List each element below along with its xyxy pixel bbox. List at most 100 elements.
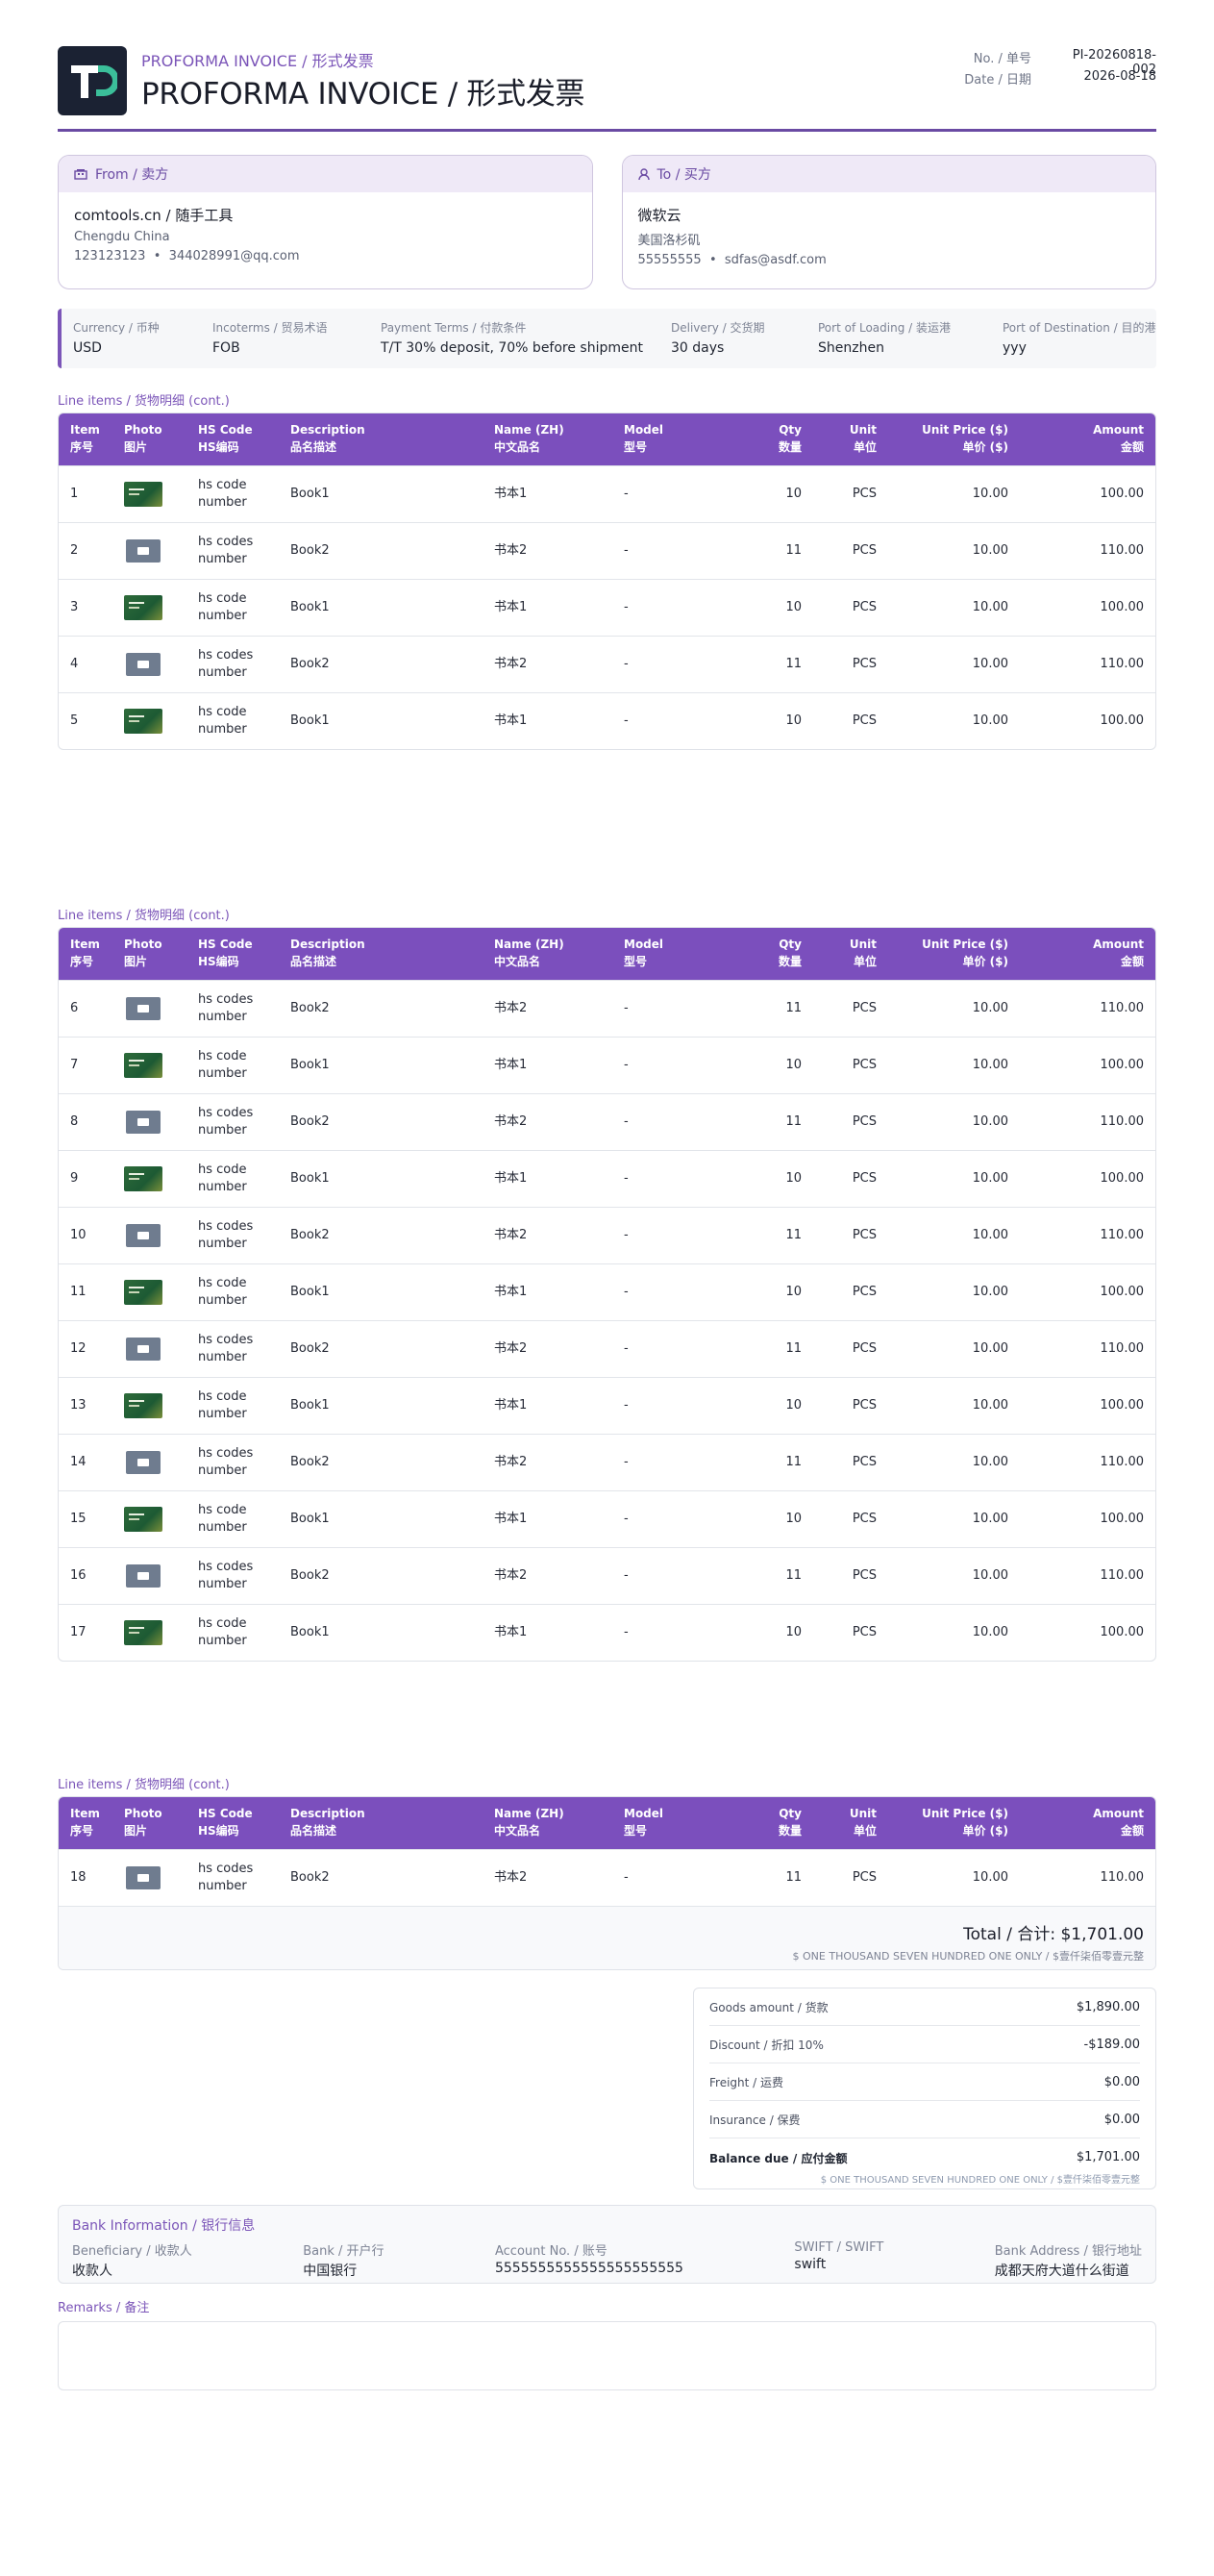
hs-code: hs code number <box>198 591 247 623</box>
hs-code: hs code number <box>198 1163 247 1194</box>
grey-image-thumbnail-icon <box>126 1451 161 1474</box>
quantity: 10 <box>785 1058 802 1072</box>
buyer-heading: To / 买方 <box>657 167 711 183</box>
photo-cell <box>112 997 186 1020</box>
chinese-name: 书本1 <box>494 1058 528 1072</box>
column-header: Name (ZH) 中文品名 <box>494 938 564 968</box>
unit: PCS <box>852 600 877 614</box>
description: Book1 <box>290 1171 330 1186</box>
photo-cell <box>112 1338 186 1361</box>
balance-due-words: $ ONE THOUSAND SEVEN HUNDRED ONE ONLY / … <box>820 2175 1140 2186</box>
item-number: 14 <box>70 1455 87 1469</box>
unit-price: 10.00 <box>972 1114 1008 1129</box>
green-book-thumbnail-icon <box>124 709 162 734</box>
chinese-name: 书本2 <box>494 657 528 671</box>
total-amount-words: $ ONE THOUSAND SEVEN HUNDRED ONE ONLY / … <box>792 1950 1144 1963</box>
td-logo-icon <box>71 65 117 98</box>
unit-price: 10.00 <box>972 543 1008 558</box>
amount: 110.00 <box>1100 1341 1145 1356</box>
column-header: HS Code HS编码 <box>198 423 253 454</box>
grey-image-thumbnail-icon <box>126 1111 161 1134</box>
chinese-name: 书本1 <box>494 1171 528 1186</box>
unit-price: 10.00 <box>972 1228 1008 1242</box>
column-header: Amount 金额 <box>1093 938 1144 968</box>
column-header: Unit Price ($) 单价 ($) <box>922 1807 1008 1838</box>
chinese-name: 书本2 <box>494 1870 528 1885</box>
column-header: Model 型号 <box>624 938 664 968</box>
amount: 110.00 <box>1100 1001 1145 1015</box>
unit-price: 10.00 <box>972 487 1008 501</box>
document-title: PROFORMA INVOICE / 形式发票 <box>141 77 585 112</box>
item-number: 8 <box>70 1114 79 1129</box>
table-row: 18 hs codes number Book2 书本2 - 11 PCS 10.00 110.0… <box>59 1849 1155 1906</box>
item-number: 2 <box>70 543 79 558</box>
term-currency: Currency / 币种 USD <box>73 321 160 356</box>
quantity: 11 <box>785 1870 802 1885</box>
amount: 110.00 <box>1100 1870 1145 1885</box>
model: - <box>624 487 629 501</box>
amount: 100.00 <box>1100 1285 1145 1299</box>
description: Book1 <box>290 1398 330 1413</box>
column-header: Photo 图片 <box>124 938 162 968</box>
dot-separator: • <box>705 253 725 267</box>
hs-code: hs codes number <box>198 535 254 566</box>
amount: 110.00 <box>1100 1455 1145 1469</box>
seller-email: 344028991@qq.com <box>168 249 300 263</box>
model: - <box>624 657 629 671</box>
amount: 100.00 <box>1100 713 1145 728</box>
column-header: Unit 单位 <box>849 1807 877 1838</box>
column-header: Model 型号 <box>624 423 664 454</box>
model: - <box>624 713 629 728</box>
quantity: 10 <box>785 1285 802 1299</box>
unit-price: 10.00 <box>972 1398 1008 1413</box>
term-payment: Payment Terms / 付款条件 T/T 30% deposit, 70… <box>381 321 643 356</box>
column-header: Qty 数量 <box>778 938 802 968</box>
photo-cell <box>112 1280 186 1305</box>
seller-contact: 123123123 • 344028991@qq.com <box>74 249 577 263</box>
chinese-name: 书本1 <box>494 487 528 501</box>
unit-price: 10.00 <box>972 1625 1008 1639</box>
line-items-label: Line items / 货物明细 (cont.) <box>58 1778 230 1792</box>
green-book-thumbnail-icon <box>124 1053 162 1078</box>
column-header: Description 品名描述 <box>290 1807 365 1838</box>
table-row: 7 hs code number Book1 书本1 - 10 PCS 10.00 100.00 <box>59 1037 1155 1093</box>
dot-separator: • <box>149 249 169 263</box>
hs-code: hs codes number <box>198 648 254 680</box>
item-number: 15 <box>70 1512 87 1526</box>
unit: PCS <box>852 1870 877 1885</box>
invoice-page: PROFORMA INVOICE / 形式发票 PROFORMA INVOICE… <box>0 0 1214 2576</box>
table-row: 1 hs code number Book1 书本1 - 10 PCS 10.00 100.00 <box>59 465 1155 522</box>
model: - <box>624 1001 629 1015</box>
buyer-contact: 55555555 • sdfas@asdf.com <box>638 253 1141 267</box>
chinese-name: 书本2 <box>494 543 528 558</box>
quantity: 11 <box>785 1001 802 1015</box>
model: - <box>624 1228 629 1242</box>
quantity: 11 <box>785 1341 802 1356</box>
unit: PCS <box>852 487 877 501</box>
buyer-phone: 55555555 <box>637 253 702 267</box>
green-book-thumbnail-icon <box>124 1620 162 1645</box>
description: Book1 <box>290 713 330 728</box>
quantity: 10 <box>785 1171 802 1186</box>
item-number: 4 <box>70 657 79 671</box>
unit: PCS <box>852 1285 877 1299</box>
photo-cell <box>112 1053 186 1078</box>
unit-price: 10.00 <box>972 1001 1008 1015</box>
table-row: 12 hs codes number Book2 书本2 - 11 PCS 10.00 110.0… <box>59 1320 1155 1377</box>
seller-card: From / 卖方 comtools.cn / 随手工具 Chengdu Chi… <box>58 155 593 289</box>
item-number: 7 <box>70 1058 79 1072</box>
hs-code: hs codes number <box>198 1560 254 1591</box>
description: Book2 <box>290 1568 330 1583</box>
column-header: Unit 单位 <box>849 938 877 968</box>
grey-image-thumbnail-icon <box>126 1224 161 1247</box>
column-header: Photo 图片 <box>124 1807 162 1838</box>
summary-row: Insurance / 保费 $0.00 <box>709 2101 1140 2138</box>
quantity: 11 <box>785 1568 802 1583</box>
amount: 110.00 <box>1100 1114 1145 1129</box>
unit-price: 10.00 <box>972 1171 1008 1186</box>
description: Book2 <box>290 1114 330 1129</box>
green-book-thumbnail-icon <box>124 482 162 507</box>
table-row: 17 hs code number Book1 书本1 - 10 PCS 10.00 100.00 <box>59 1604 1155 1661</box>
green-book-thumbnail-icon <box>124 1166 162 1191</box>
document-subtitle: PROFORMA INVOICE / 形式发票 <box>141 52 374 70</box>
